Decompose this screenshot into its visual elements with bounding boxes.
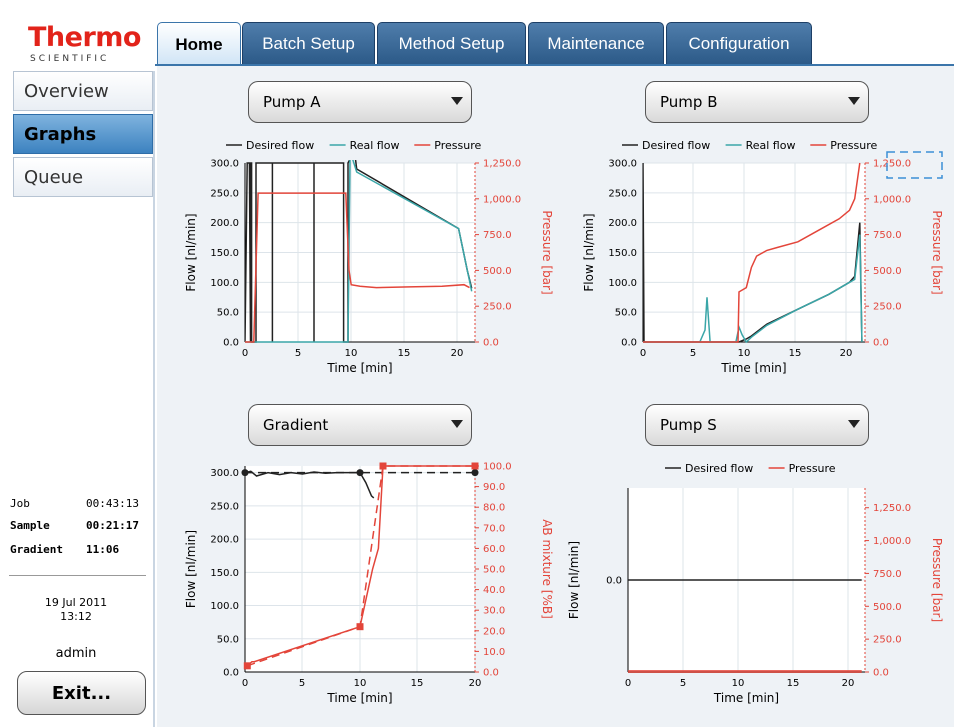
- selection-overlay: [886, 151, 943, 179]
